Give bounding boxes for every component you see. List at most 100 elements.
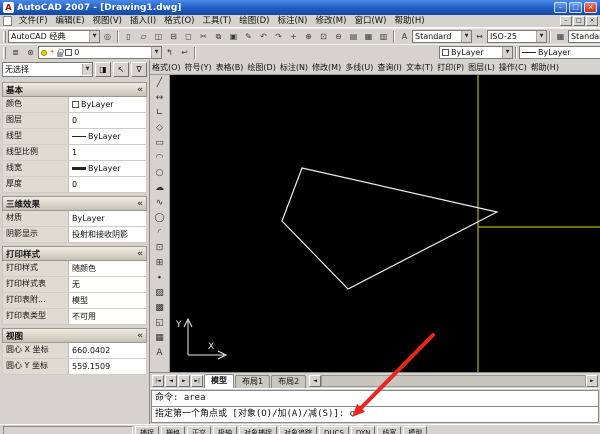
property-row-color[interactable]: 颜色 ByLayer	[2, 97, 147, 113]
linetype-combo[interactable]: ByLayer ▼	[519, 46, 600, 59]
property-row-ltscale[interactable]: 线型比例 1	[2, 145, 147, 161]
tab-scrollbar[interactable]: ◄ ►	[309, 374, 598, 387]
workspace-combo[interactable]: AutoCAD 经典 ▼	[8, 30, 100, 43]
property-row-layer[interactable]: 图层 0	[2, 113, 147, 129]
property-row-plottype[interactable]: 打印表类型 不可用	[2, 309, 147, 325]
xmenu-symbol[interactable]: 符号(Y)	[183, 62, 214, 73]
status-ortho-button[interactable]: 正交	[187, 426, 211, 434]
zoom-window-icon[interactable]: ⊡	[316, 30, 331, 43]
close-button[interactable]: ×	[584, 2, 597, 13]
command-history[interactable]: 命令: area	[151, 390, 599, 406]
status-ducs-button[interactable]: DUCS	[319, 426, 349, 434]
select-objects-icon[interactable]: ↖	[113, 62, 129, 77]
xmenu-plot[interactable]: 打印(P)	[435, 62, 466, 73]
child-close-button[interactable]: ×	[586, 16, 598, 26]
make-layer-current-icon[interactable]: ↰	[162, 46, 177, 59]
dim-style-icon[interactable]: ↔	[472, 30, 487, 43]
property-row-center-x[interactable]: 圆心 X 坐标 660.0402	[2, 343, 147, 359]
tab-first-icon[interactable]: |◄	[152, 374, 164, 387]
construction-line-icon[interactable]: ↔	[152, 91, 168, 105]
menu-insert[interactable]: 插入(I)	[126, 15, 160, 28]
qnew-icon[interactable]: ▯	[121, 30, 136, 43]
selection-combo[interactable]: 无选择 ▼	[2, 62, 93, 77]
property-row-plotstyle[interactable]: 打印样式 随颜色	[2, 261, 147, 277]
make-block-icon[interactable]: ⊞	[152, 256, 168, 270]
arc-icon[interactable]: ◠	[152, 151, 168, 165]
revcloud-icon[interactable]: ☁	[152, 181, 168, 195]
tab-last-icon[interactable]: ►|	[191, 374, 203, 387]
layer-properties-icon[interactable]: ≣	[8, 46, 23, 59]
drawing-canvas[interactable]: Y X	[170, 75, 600, 372]
maximize-button[interactable]: □	[569, 2, 582, 13]
scroll-left-icon[interactable]: ◄	[309, 374, 322, 387]
status-osnap-button[interactable]: 对象捕捉	[239, 426, 277, 434]
child-restore-button[interactable]: □	[573, 16, 585, 26]
tab-layout2[interactable]: 布局2	[271, 375, 307, 388]
table-style-combo[interactable]: Standard ▼	[568, 30, 600, 43]
tab-model[interactable]: 模型	[204, 374, 234, 388]
polygon-icon[interactable]: ◇	[152, 121, 168, 135]
property-row-thickness[interactable]: 厚度 0	[2, 177, 147, 193]
xmenu-layer[interactable]: 图层(L)	[466, 62, 497, 73]
status-snap-button[interactable]: 捕捉	[135, 426, 159, 434]
toolpalettes-icon[interactable]: ▥	[376, 30, 391, 43]
mtext-icon[interactable]: A	[152, 346, 168, 360]
cut-icon[interactable]: ✂	[196, 30, 211, 43]
property-row-center-y[interactable]: 圆心 Y 坐标 559.1509	[2, 359, 147, 375]
save-icon[interactable]: ◫	[151, 30, 166, 43]
status-dyn-button[interactable]: DYN	[350, 426, 376, 434]
chevron-down-icon[interactable]: ▼	[82, 64, 92, 75]
xmenu-table[interactable]: 表格(B)	[214, 62, 246, 73]
xmenu-help[interactable]: 帮助(H)	[529, 62, 561, 73]
status-otrack-button[interactable]: 对象追踪	[279, 426, 317, 434]
scrollbar-track[interactable]	[321, 374, 586, 387]
text-style-icon[interactable]: A	[397, 30, 412, 43]
spline-icon[interactable]: ∿	[152, 196, 168, 210]
chevron-down-icon[interactable]: ▼	[502, 47, 512, 58]
menu-tools[interactable]: 工具(T)	[198, 15, 235, 28]
drawing-file-icon[interactable]	[3, 16, 12, 26]
layer-combo[interactable]: ☀ 0 ▼	[38, 46, 162, 59]
xmenu-inquiry[interactable]: 查询(I)	[375, 62, 404, 73]
xmenu-modify[interactable]: 修改(M)	[310, 62, 343, 73]
menu-window[interactable]: 窗口(W)	[350, 15, 390, 28]
chevron-down-icon[interactable]: ▼	[461, 31, 471, 42]
ellipse-arc-icon[interactable]: ◜	[152, 226, 168, 240]
chevron-down-icon[interactable]: ▼	[151, 47, 161, 58]
property-row-linetype[interactable]: 线型 ByLayer	[2, 129, 147, 145]
menu-dimension[interactable]: 标注(N)	[273, 15, 311, 28]
table-icon[interactable]: ▦	[152, 331, 168, 345]
line-icon[interactable]: ╱	[152, 76, 168, 90]
scroll-right-icon[interactable]: ►	[586, 374, 598, 387]
plot-preview-icon[interactable]: ◻	[181, 30, 196, 43]
quick-select-icon[interactable]: ∇	[131, 62, 147, 77]
workspace-settings-icon[interactable]: ◎	[100, 30, 115, 43]
xmenu-dimension[interactable]: 标注(N)	[278, 62, 310, 73]
gradient-icon[interactable]: ▩	[152, 301, 168, 315]
zoom-previous-icon[interactable]: ⊖	[331, 30, 346, 43]
plot-icon[interactable]: ⊟	[166, 30, 181, 43]
pan-icon[interactable]: +	[286, 30, 301, 43]
section-header-3d[interactable]: 三维效果 «	[2, 196, 147, 211]
section-header-general[interactable]: 基本 «	[2, 82, 147, 97]
tab-layout1[interactable]: 布局1	[235, 375, 271, 388]
model-space-canvas[interactable]: Y X	[170, 75, 600, 372]
property-row-material[interactable]: 材质 ByLayer	[2, 211, 147, 227]
point-icon[interactable]: ∙	[152, 271, 168, 285]
status-grid-button[interactable]: 栅格	[161, 426, 185, 434]
xmenu-format[interactable]: 格式(O)	[150, 62, 183, 73]
tab-next-icon[interactable]: ►	[178, 374, 190, 387]
redo-icon[interactable]: ↷	[271, 30, 286, 43]
status-lwt-button[interactable]: 线宽	[377, 426, 402, 434]
property-row-plotattach[interactable]: 打印表附... 模型	[2, 293, 147, 309]
layer-previous-icon[interactable]: ↩	[177, 46, 192, 59]
section-header-view[interactable]: 视图 «	[2, 328, 147, 343]
xmenu-mline[interactable]: 多线(U)	[343, 62, 375, 73]
property-row-lineweight[interactable]: 线宽 ByLayer	[2, 161, 147, 177]
property-row-plottable[interactable]: 打印样式表 无	[2, 277, 147, 293]
polyline-icon[interactable]: ∟	[152, 106, 168, 120]
menu-draw[interactable]: 绘图(D)	[235, 15, 273, 28]
chevron-down-icon[interactable]: ▼	[89, 31, 99, 42]
open-icon[interactable]: ▱	[136, 30, 151, 43]
section-collapse-icon[interactable]: «	[137, 249, 143, 259]
